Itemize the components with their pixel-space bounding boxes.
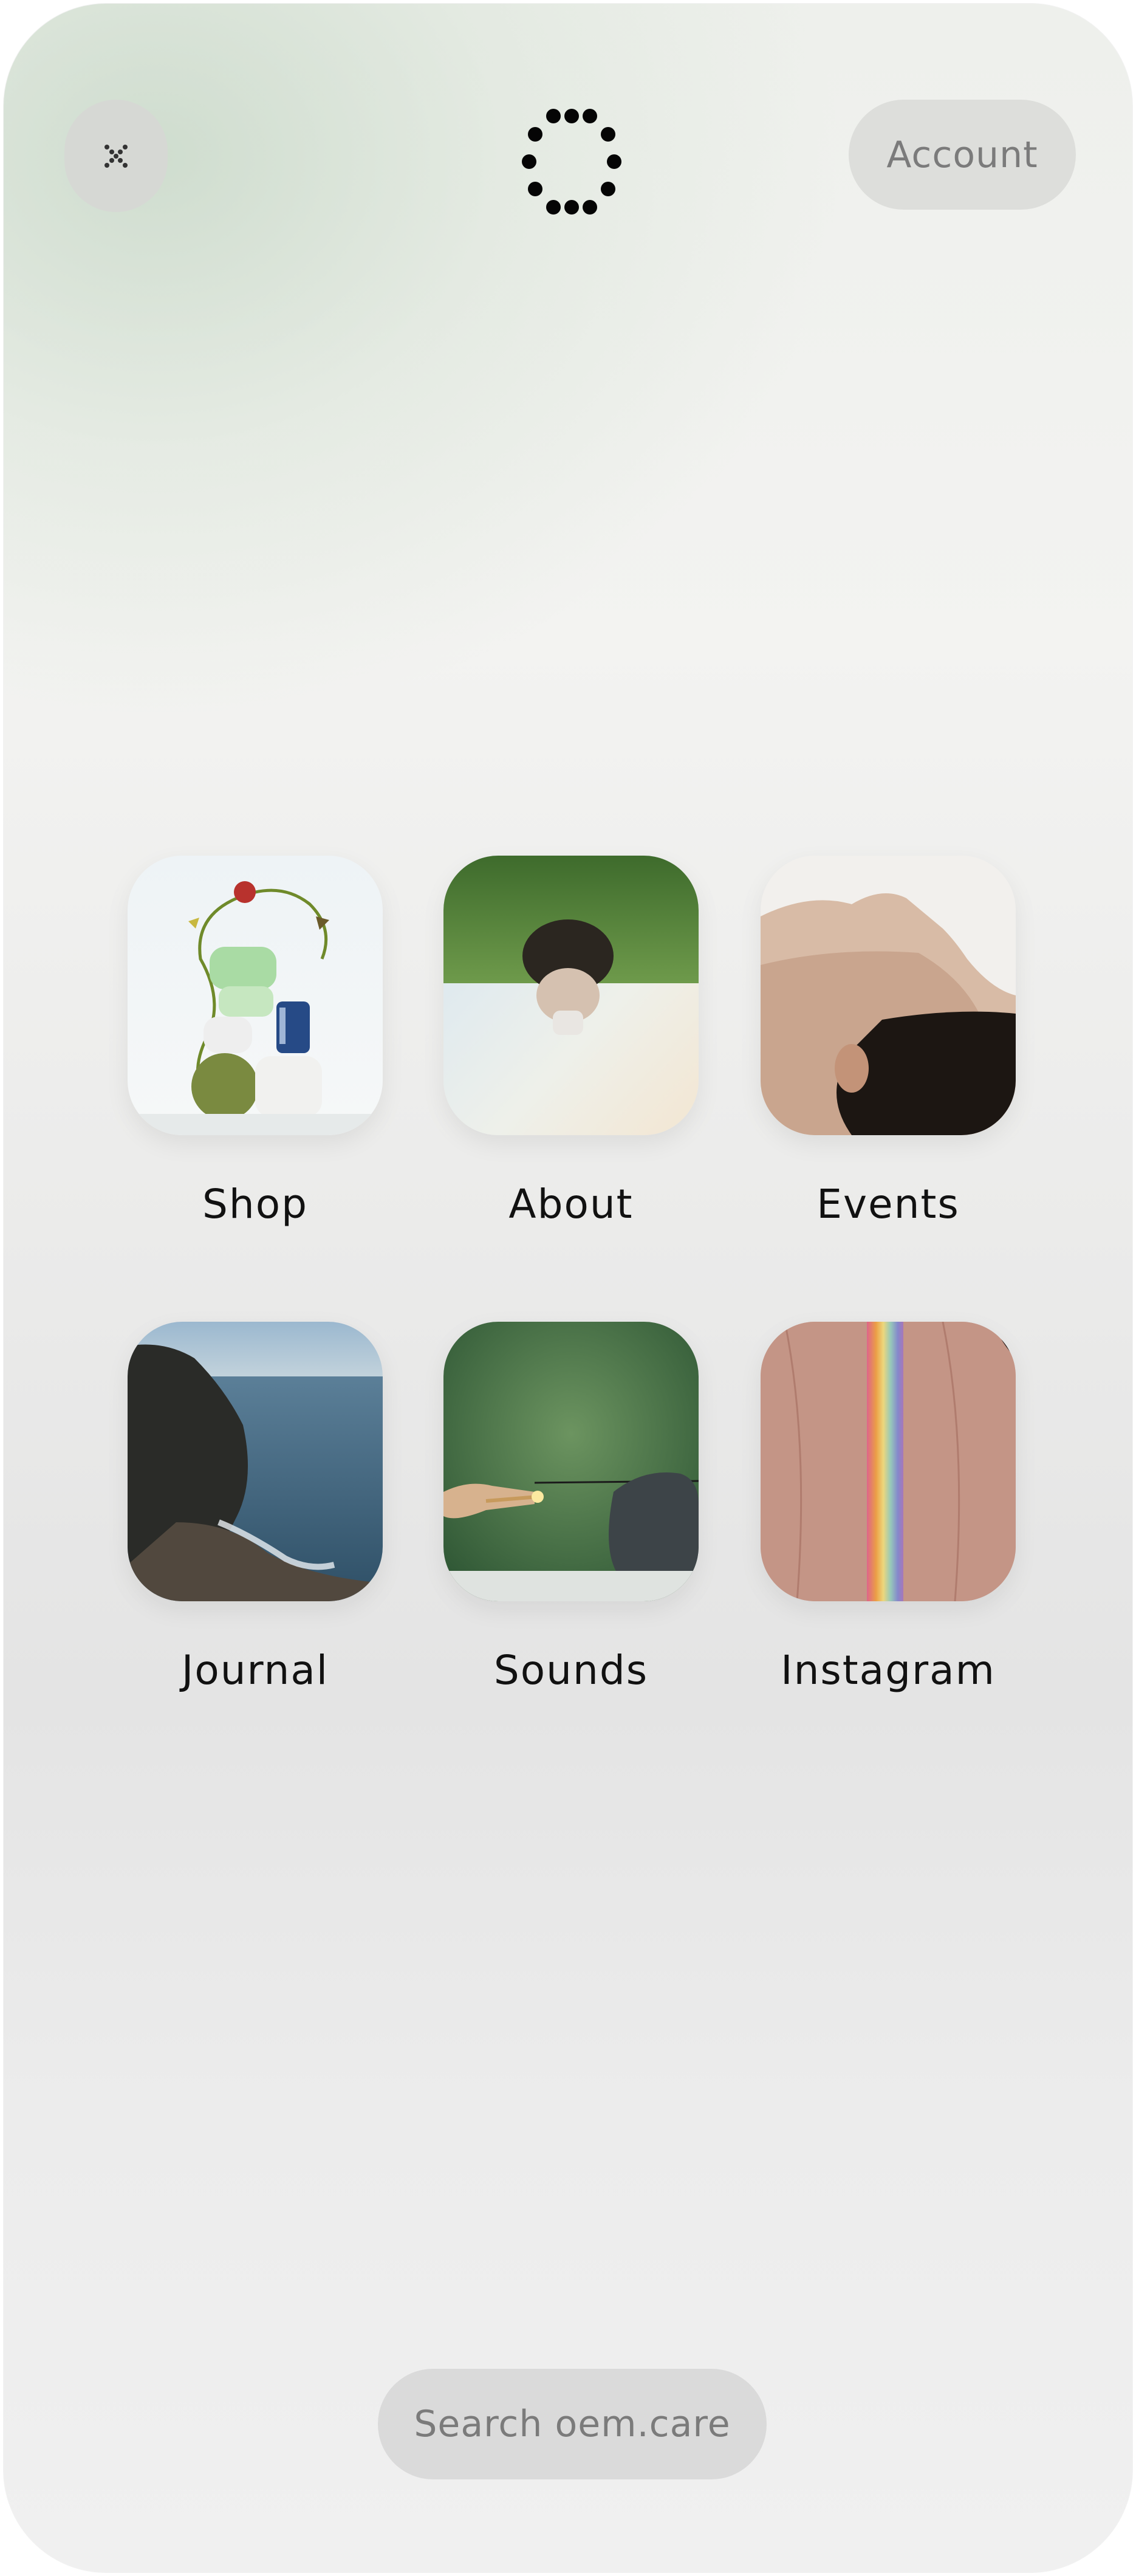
tile-instagram[interactable]: Instagram: [761, 1322, 1016, 1694]
tile-label: About: [508, 1181, 634, 1228]
search-button[interactable]: Search oem.care: [378, 2369, 767, 2479]
tile-sounds[interactable]: Sounds: [443, 1322, 699, 1694]
about-image: [443, 856, 699, 1135]
tile-about[interactable]: About: [443, 856, 699, 1228]
journal-image: [128, 1322, 383, 1601]
tile-label: Sounds: [493, 1647, 649, 1694]
instagram-image: [761, 1322, 1016, 1601]
account-button[interactable]: Account: [849, 100, 1076, 210]
close-button[interactable]: [64, 100, 168, 212]
tile-events[interactable]: Events: [761, 856, 1016, 1228]
tile-label: Events: [816, 1181, 960, 1228]
close-x-icon: [104, 144, 128, 168]
tile-shop[interactable]: Shop: [128, 856, 383, 1228]
brand-logo[interactable]: [520, 107, 623, 216]
dotted-square-logo-icon: [522, 109, 621, 215]
tile-label: Journal: [181, 1647, 329, 1694]
events-image: [761, 856, 1016, 1135]
sounds-image: [443, 1322, 699, 1601]
tile-label: Shop: [202, 1181, 308, 1228]
shop-image: [128, 856, 383, 1135]
app-screen: Account Shop About Events Journal Sounds…: [3, 3, 1133, 2573]
tile-label: Instagram: [781, 1647, 996, 1694]
tile-journal[interactable]: Journal: [128, 1322, 383, 1694]
